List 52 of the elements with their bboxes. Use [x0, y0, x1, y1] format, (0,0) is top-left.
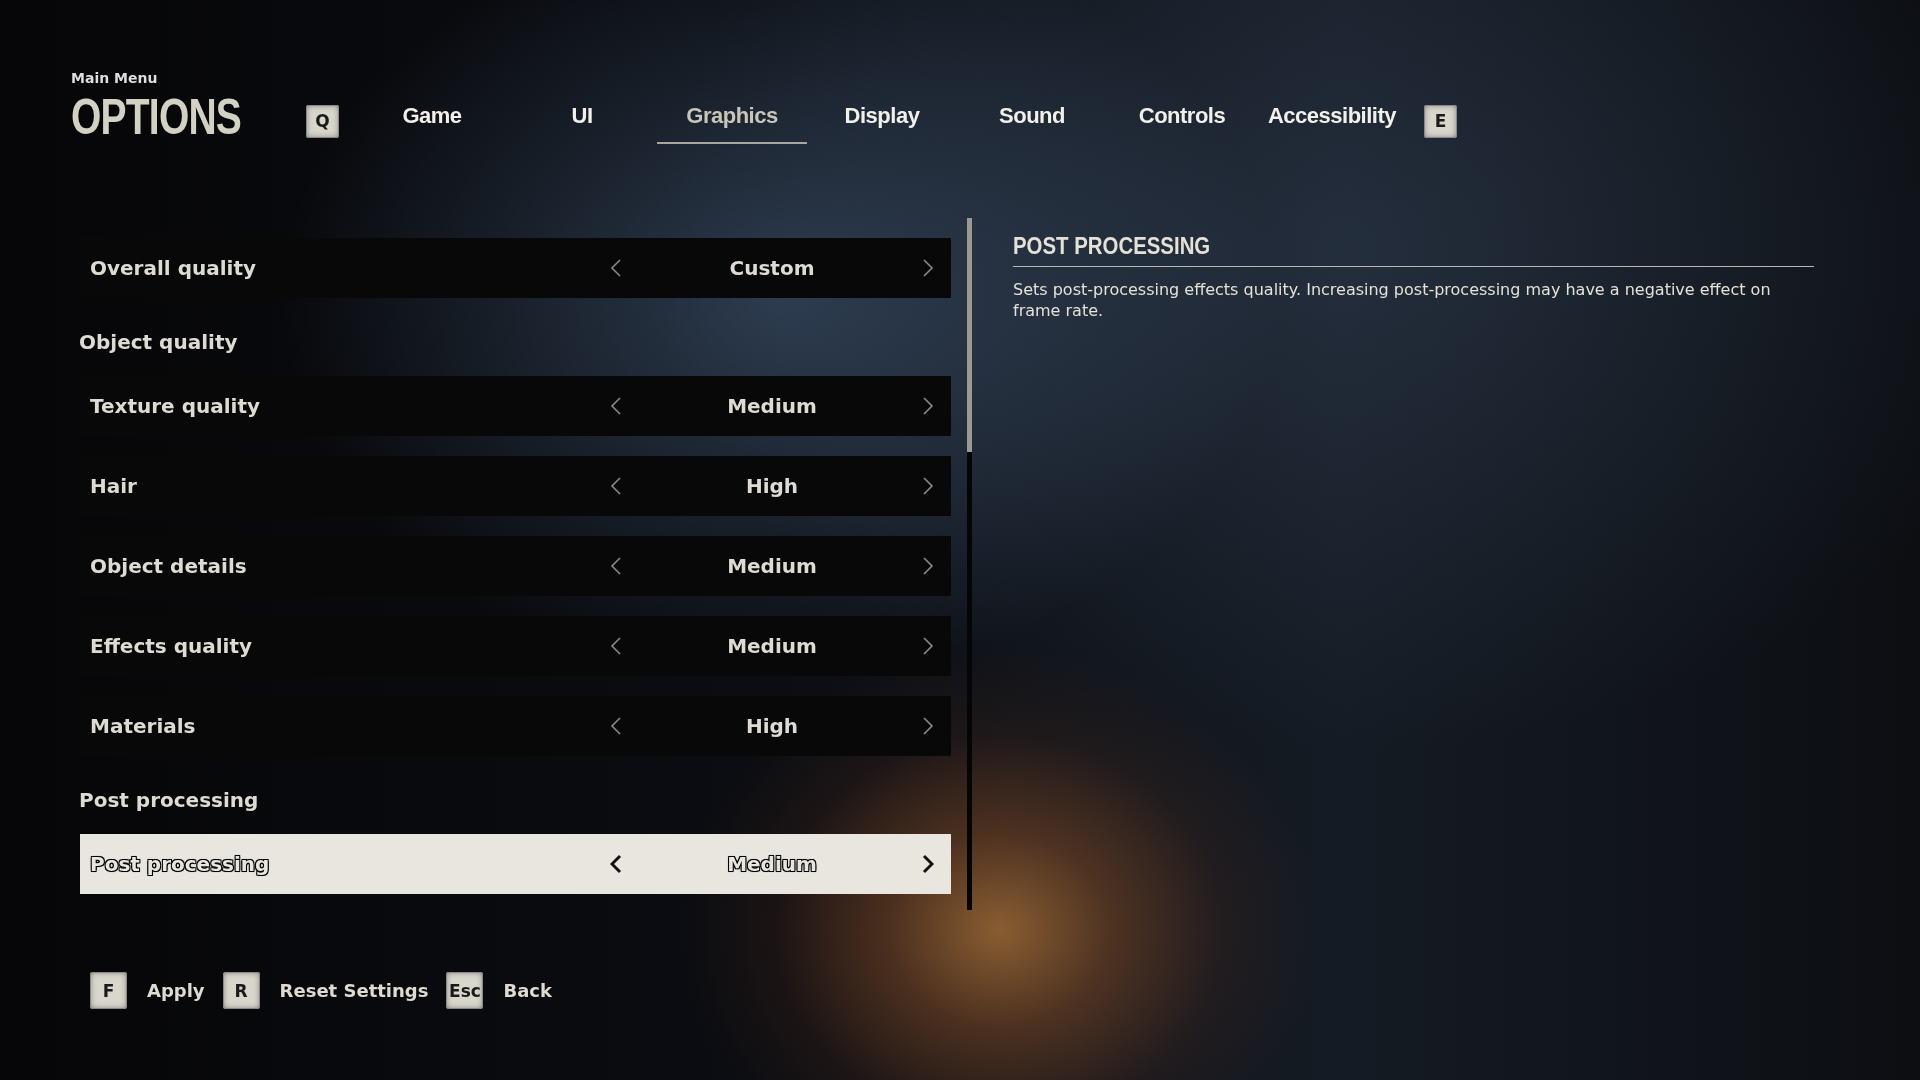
key-hint: F [90, 972, 127, 1009]
page-title: OPTIONS [71, 88, 243, 146]
chevron-right-icon[interactable] [922, 716, 934, 736]
action-button[interactable]: F Apply [90, 972, 205, 1009]
setting-row[interactable]: Post processing Medium [80, 834, 951, 894]
description-title: POST PROCESSING [1013, 231, 1211, 260]
chevron-left-icon[interactable] [610, 716, 622, 736]
tab[interactable]: Accessibility [1257, 90, 1407, 144]
setting-label: Materials [90, 714, 197, 738]
setting-value: High [744, 714, 800, 738]
section-heading: Post processing [79, 788, 260, 814]
setting-label: Hair [90, 474, 138, 498]
section-heading: Object quality [79, 330, 239, 356]
chevron-left-icon[interactable] [610, 636, 622, 656]
setting-value: High [744, 474, 800, 498]
chevron-left-icon[interactable] [610, 854, 622, 874]
setting-label: Object details [90, 554, 248, 578]
key-hint[interactable]: E [1424, 104, 1457, 138]
tab[interactable]: UI [507, 90, 657, 144]
description-text: Sets post-processing effects quality. Increasing post-processing may have a negative effect on frame rate. [1013, 279, 1772, 321]
tab[interactable]: Graphics [657, 90, 807, 144]
chevron-right-icon[interactable] [922, 854, 934, 874]
setting-label: Post processing [90, 852, 271, 876]
setting-value: Medium [726, 852, 818, 876]
chevron-right-icon[interactable] [922, 396, 934, 416]
chevron-left-icon[interactable] [610, 396, 622, 416]
chevron-right-icon[interactable] [922, 636, 934, 656]
setting-value: Medium [726, 554, 818, 578]
chevron-right-icon[interactable] [922, 476, 934, 496]
setting-label: Texture quality [90, 394, 261, 418]
chevron-left-icon[interactable] [610, 556, 622, 576]
tab[interactable]: Display [807, 90, 957, 144]
chevron-left-icon[interactable] [610, 258, 622, 278]
setting-value: Custom [728, 256, 816, 280]
key-hint: Esc [446, 972, 484, 1009]
chevron-right-icon[interactable] [922, 556, 934, 576]
scrollbar-thumb[interactable] [967, 218, 972, 452]
key-hint: R [222, 972, 260, 1009]
key-hint[interactable]: Q [306, 104, 339, 138]
chevron-right-icon[interactable] [922, 258, 934, 278]
setting-value: Medium [726, 634, 818, 658]
setting-value: Medium [726, 394, 818, 418]
action-button[interactable]: Esc Back [446, 972, 552, 1009]
tab[interactable]: Controls [1107, 90, 1257, 144]
chevron-left-icon[interactable] [610, 476, 622, 496]
setting-label: Effects quality [90, 634, 254, 658]
tab[interactable]: Sound [957, 90, 1107, 144]
breadcrumb: Main Menu [71, 70, 159, 86]
scrollbar[interactable] [967, 218, 972, 910]
action-button[interactable]: R Reset Settings [222, 972, 429, 1009]
setting-label: Overall quality [90, 256, 257, 280]
tab[interactable]: Game [357, 90, 507, 144]
